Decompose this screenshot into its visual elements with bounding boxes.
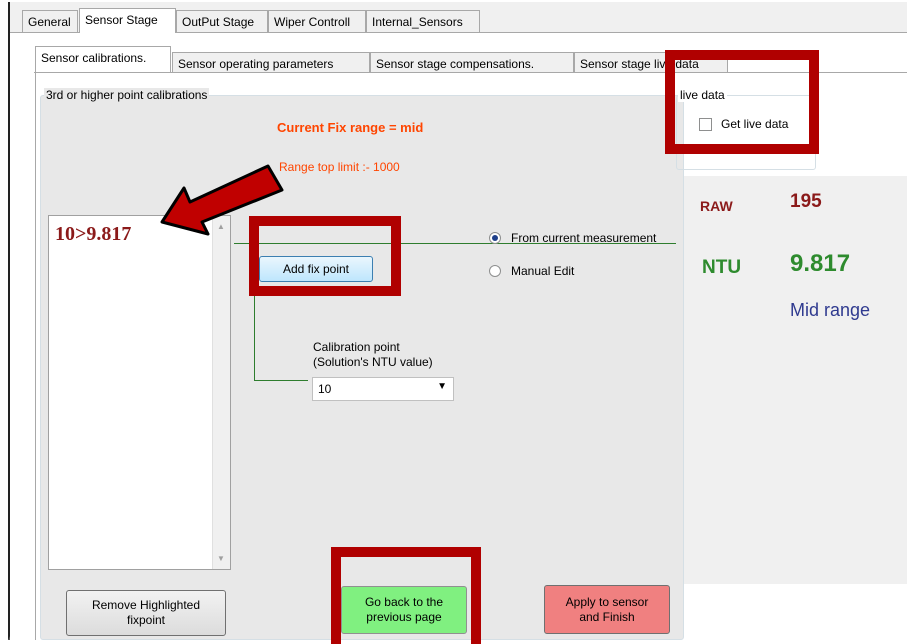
connector-line-to-calib (254, 380, 308, 381)
tab-wiper-controll[interactable]: Wiper Controll (268, 10, 366, 32)
list-scrollbar[interactable]: ▲ ▼ (212, 216, 230, 569)
tab-sensor-operating-parameters[interactable]: Sensor operating parameters (172, 52, 370, 73)
ntu-value: 9.817 (790, 250, 851, 277)
tab-sensor-calibrations[interactable]: Sensor calibrations. (35, 46, 171, 72)
list-item[interactable]: 10>9.817 (55, 223, 131, 246)
radio-manual-edit[interactable] (489, 265, 501, 277)
radio-from-current-label[interactable]: From current measurement (511, 231, 656, 245)
calibration-point-label: Calibration point (313, 340, 400, 354)
chevron-down-icon[interactable]: ▼ (437, 381, 447, 392)
range-text: Mid range (790, 300, 871, 320)
connector-line-vertical (254, 285, 255, 381)
calibration-point-select[interactable]: 10 ▼ (312, 377, 454, 401)
remove-button-label-1: Remove Highlighted (91, 598, 201, 612)
tab-output-stage[interactable]: OutPut Stage (176, 10, 268, 32)
fix-range-label: Current Fix range = mid (277, 120, 424, 135)
fixpoint-list[interactable]: 10>9.817 ▲ ▼ (48, 215, 231, 570)
raw-label: RAW (700, 198, 733, 214)
apply-button-label-2: and Finish (579, 609, 635, 624)
apply-button-label-1: Apply to sensor (565, 594, 649, 609)
range-top-limit-label: Range top limit :- 1000 (279, 160, 400, 174)
tab-general[interactable]: General (22, 10, 78, 32)
radio-from-current[interactable] (489, 232, 501, 244)
tab-sensor-stage-compensations[interactable]: Sensor stage compensations. (370, 52, 574, 73)
calibration-point-sublabel: (Solution's NTU value) (313, 355, 433, 369)
radio-manual-edit-label[interactable]: Manual Edit (511, 264, 574, 278)
remove-button-label-2: fixpoint (126, 613, 166, 627)
annotation-arrow-icon (160, 164, 284, 236)
tab-internal-sensors[interactable]: Internal_Sensors (366, 10, 480, 32)
calibration-point-value: 10 (318, 382, 332, 396)
calibration-group-legend: 3rd or higher point calibrations (44, 88, 210, 102)
readings-panel (684, 176, 907, 584)
annotation-box-live-data (665, 50, 819, 154)
apply-finish-button[interactable]: Apply to sensor and Finish (544, 585, 670, 634)
scroll-down-icon[interactable]: ▼ (217, 554, 225, 563)
remove-fixpoint-button[interactable]: Remove Highlighted fixpoint (66, 590, 226, 636)
annotation-box-go-back (331, 547, 481, 644)
tab-sensor-stage[interactable]: Sensor Stage (79, 8, 176, 33)
ntu-label: NTU (702, 257, 742, 278)
raw-value: 195 (790, 191, 822, 212)
